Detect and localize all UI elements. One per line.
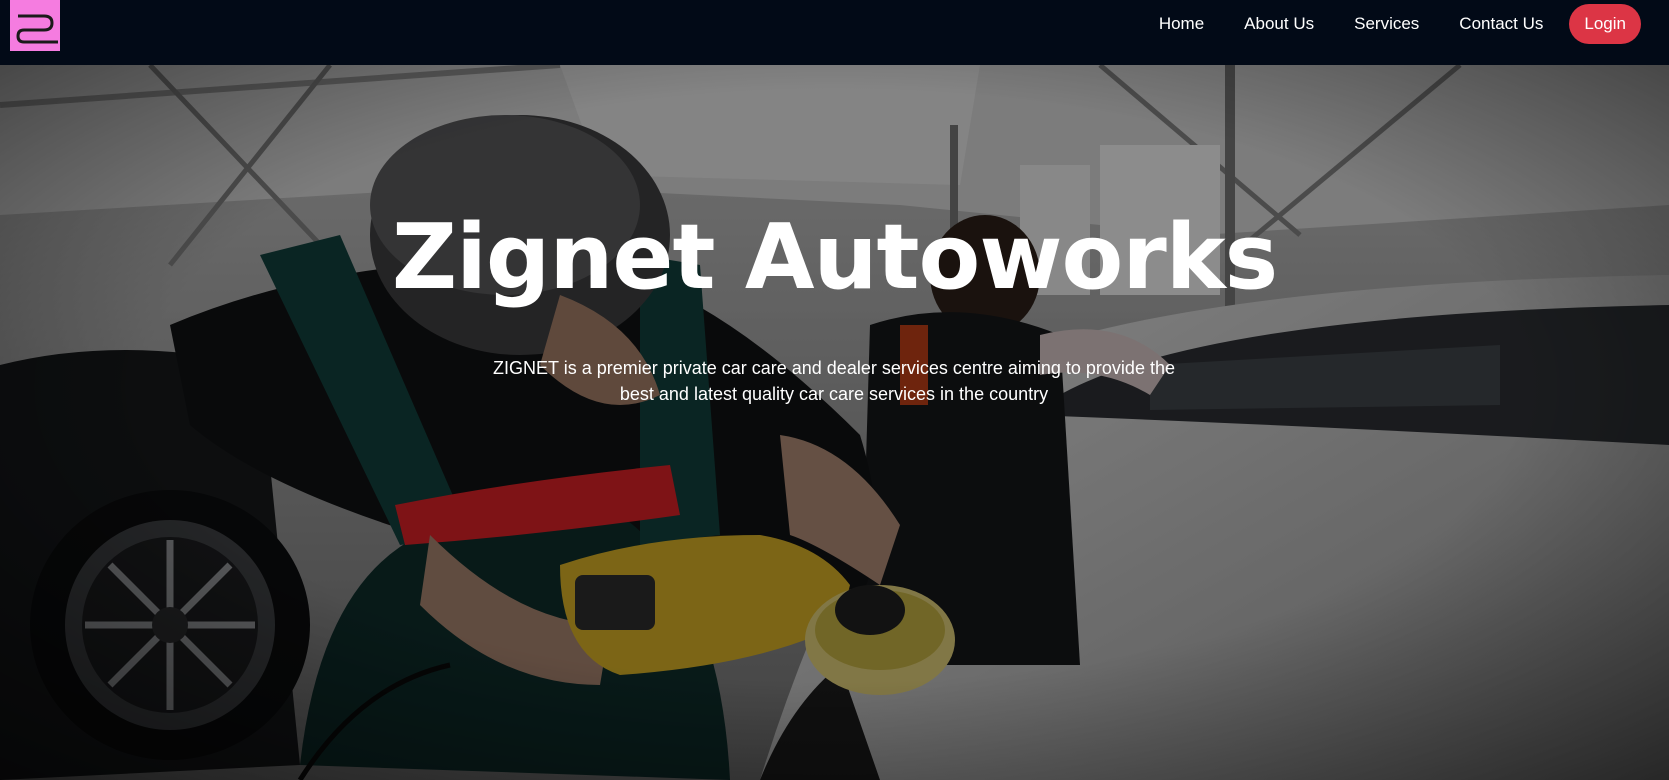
hero-subtitle: ZIGNET is a premier private car care and…	[493, 358, 1175, 404]
nav-services-link[interactable]: Services	[1354, 14, 1419, 34]
nav-home-link[interactable]: Home	[1159, 14, 1204, 34]
hero-overlay	[0, 65, 1669, 780]
hero-section: Zignet Autoworks ZIGNET is a premier pri…	[0, 65, 1669, 780]
nav-contact-us-link[interactable]: Contact Us	[1459, 14, 1543, 34]
logo[interactable]	[10, 0, 60, 51]
login-button[interactable]: Login	[1569, 4, 1641, 44]
hero-title: Zignet Autoworks	[391, 205, 1278, 310]
nav-about-us-link[interactable]: About Us	[1244, 14, 1314, 34]
nav-links: Home About Us Services Contact Us Login	[1159, 4, 1641, 44]
navbar: Home About Us Services Contact Us Login	[0, 0, 1669, 65]
zignet-logo-icon	[16, 14, 58, 44]
